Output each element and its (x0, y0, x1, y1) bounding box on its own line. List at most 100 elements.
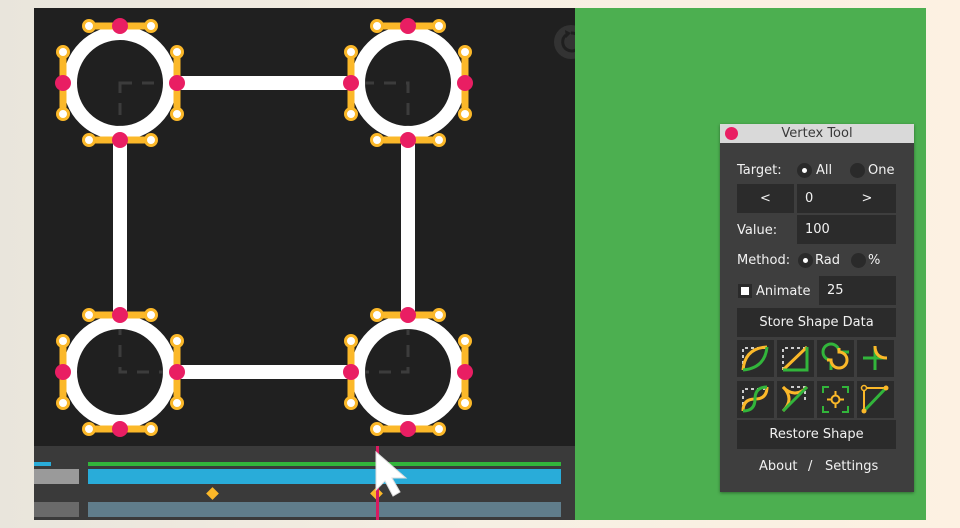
anchor-point[interactable] (55, 364, 71, 380)
method-rad-radio[interactable] (798, 253, 813, 268)
bezier-handle-point[interactable] (458, 396, 472, 410)
bezier-handle-point[interactable] (82, 19, 96, 33)
anchor-point[interactable] (112, 421, 128, 437)
round-corner-button[interactable] (737, 340, 774, 377)
anchor-point[interactable] (343, 75, 359, 91)
target-label: Target: (737, 163, 782, 178)
bezier-handle-point[interactable] (82, 133, 96, 147)
bezier-handle-point[interactable] (370, 308, 384, 322)
bezier-handle-point[interactable] (170, 396, 184, 410)
bezier-handle-point[interactable] (56, 334, 70, 348)
anchor-point[interactable] (55, 75, 71, 91)
bezier-handle-point[interactable] (432, 133, 446, 147)
timeline[interactable] (34, 446, 575, 520)
bezier-handle-point[interactable] (82, 308, 96, 322)
twist-corner-icon (741, 385, 769, 413)
close-button[interactable] (725, 127, 738, 140)
bezier-handle-point[interactable] (458, 334, 472, 348)
twist-corner-button[interactable] (737, 381, 774, 418)
bezier-handle-point[interactable] (144, 133, 158, 147)
bezier-handle-point[interactable] (432, 422, 446, 436)
anchor-point[interactable] (457, 364, 473, 380)
center-anchor-button[interactable] (817, 381, 854, 418)
anchor-point[interactable] (112, 132, 128, 148)
vertex-index-field[interactable]: 0 (797, 184, 841, 213)
footer-separator: / (808, 459, 813, 474)
shape-edge (401, 141, 415, 314)
value-input[interactable]: 100 (797, 215, 896, 244)
handle-path-button[interactable] (857, 381, 894, 418)
method-rad-label[interactable]: Rad (815, 253, 840, 268)
anchor-point[interactable] (169, 75, 185, 91)
bezier-handle-point[interactable] (144, 19, 158, 33)
bezier-handle-point[interactable] (56, 107, 70, 121)
panel-title: Vertex Tool (781, 126, 853, 141)
animate-frames-input[interactable]: 25 (819, 276, 896, 305)
anchor-point[interactable] (343, 364, 359, 380)
method-percent-label[interactable]: % (868, 253, 880, 268)
next-vertex-button[interactable]: > (838, 184, 896, 213)
anchor-point[interactable] (457, 75, 473, 91)
anchor-point[interactable] (169, 364, 185, 380)
bezier-handle-point[interactable] (56, 45, 70, 59)
vertex-shape[interactable] (63, 26, 465, 429)
timeline-track-green[interactable] (88, 462, 561, 466)
bezier-handle-point[interactable] (170, 45, 184, 59)
store-shape-data-button[interactable]: Store Shape Data (737, 308, 896, 337)
bezier-handle-point[interactable] (458, 107, 472, 121)
bezier-handle-point[interactable] (370, 133, 384, 147)
anchor-point[interactable] (400, 18, 416, 34)
target-all-label[interactable]: All (816, 163, 832, 178)
target-all-radio[interactable] (797, 163, 812, 178)
loop-corner-icon (821, 342, 849, 370)
settings-link[interactable]: Settings (825, 459, 878, 474)
bezier-handle-point[interactable] (344, 107, 358, 121)
star-corner-icon (781, 385, 809, 413)
panel-titlebar[interactable]: Vertex Tool (720, 124, 914, 143)
anchor-point[interactable] (400, 132, 416, 148)
bezier-handle-point[interactable] (432, 19, 446, 33)
diagonal-corner-button[interactable] (777, 340, 814, 377)
keyframe-diamond[interactable] (206, 487, 220, 500)
bezier-handle-point[interactable] (370, 19, 384, 33)
bezier-handle-point[interactable] (370, 422, 384, 436)
star-corner-button[interactable] (777, 381, 814, 418)
vertex-tool-panel[interactable]: Vertex Tool Target: All One < 0 > Value:… (720, 124, 914, 492)
loop-corner-button[interactable] (817, 340, 854, 377)
bezier-handle-point[interactable] (344, 45, 358, 59)
animate-label[interactable]: Animate (756, 284, 810, 299)
bezier-handle-point[interactable] (432, 308, 446, 322)
anchor-point[interactable] (112, 18, 128, 34)
timeline-track-slate[interactable] (88, 502, 561, 517)
timeline-layer-label-2[interactable] (34, 502, 79, 517)
canvas-viewport[interactable] (34, 8, 588, 520)
anchor-point[interactable] (400, 421, 416, 437)
inverted-corner-button[interactable] (857, 340, 894, 377)
animate-checkbox[interactable] (738, 284, 752, 298)
timeline-track-blue[interactable] (88, 469, 561, 484)
anchor-point[interactable] (112, 307, 128, 323)
bezier-handle-point[interactable] (144, 308, 158, 322)
anchor-point[interactable] (400, 307, 416, 323)
timeline-layer-label[interactable] (34, 469, 79, 484)
center-anchor-icon (822, 386, 849, 413)
prev-vertex-button[interactable]: < (737, 184, 794, 213)
bezier-handle-point[interactable] (458, 45, 472, 59)
target-one-radio[interactable] (850, 163, 865, 178)
bezier-handle-point[interactable] (144, 422, 158, 436)
shape-edge (113, 141, 127, 314)
bezier-handle-point[interactable] (82, 422, 96, 436)
method-label: Method: (737, 253, 791, 268)
bezier-handle-point[interactable] (170, 334, 184, 348)
method-percent-radio[interactable] (851, 253, 866, 268)
target-one-label[interactable]: One (868, 163, 894, 178)
restore-shape-button[interactable]: Restore Shape (737, 420, 896, 449)
timeline-layer-indicator (34, 462, 51, 466)
shape-edge (177, 365, 350, 379)
bezier-handle-point[interactable] (344, 396, 358, 410)
about-link[interactable]: About (759, 459, 797, 474)
shape-canvas[interactable] (34, 8, 575, 446)
bezier-handle-point[interactable] (56, 396, 70, 410)
bezier-handle-point[interactable] (344, 334, 358, 348)
bezier-handle-point[interactable] (170, 107, 184, 121)
